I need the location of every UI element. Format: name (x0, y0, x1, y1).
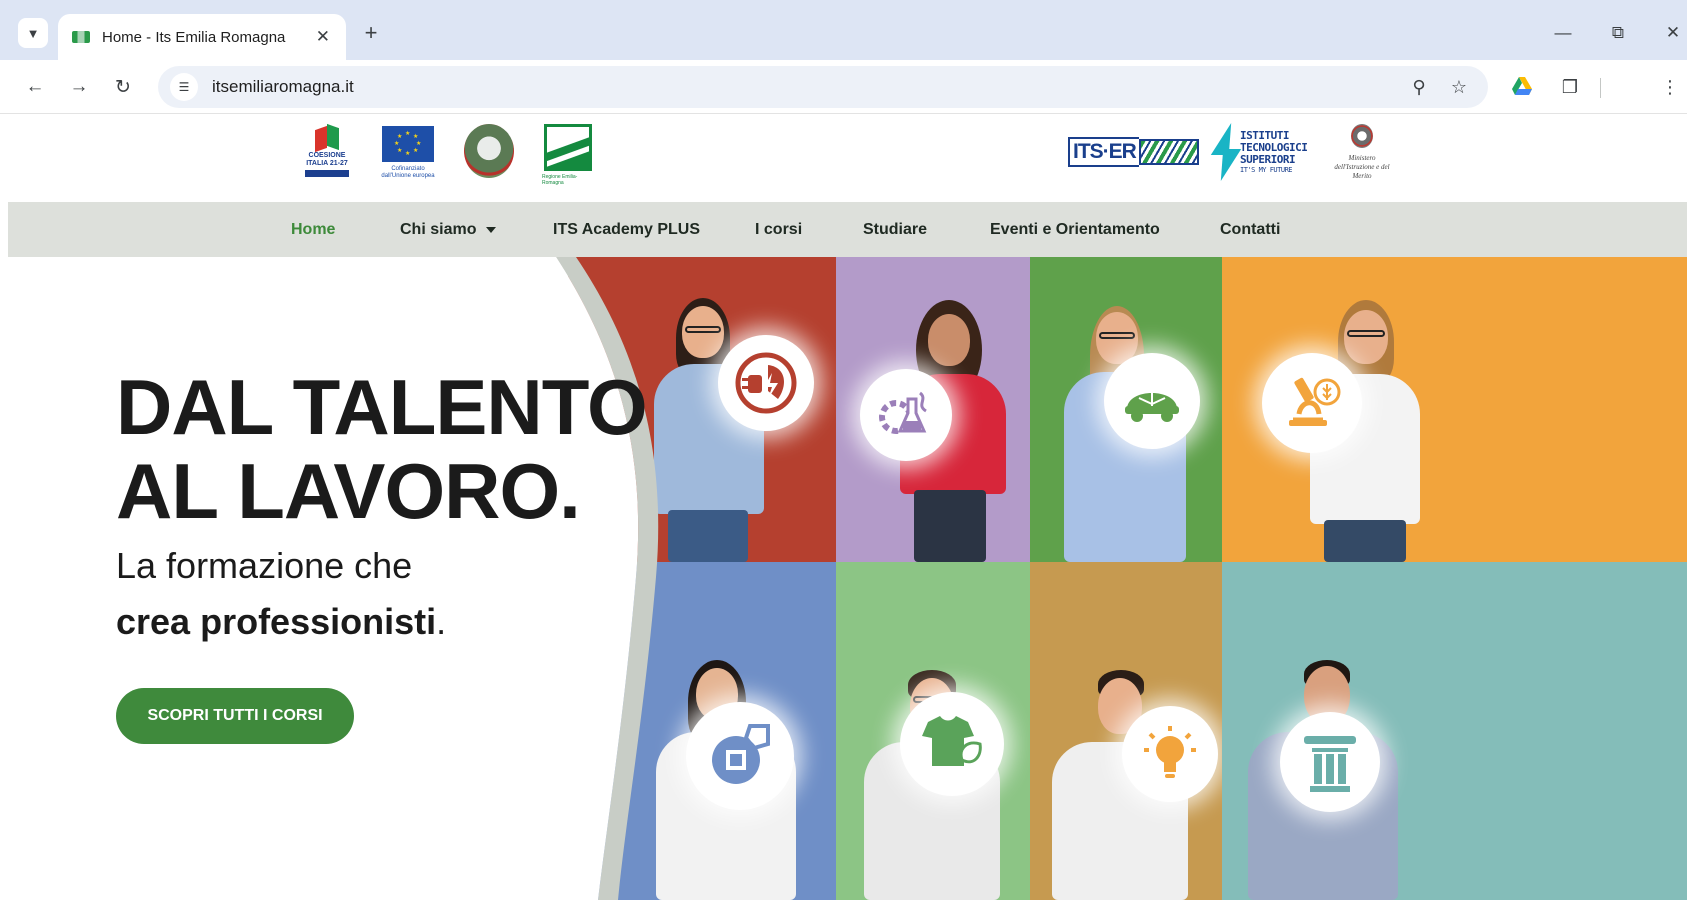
back-icon[interactable]: ← (20, 72, 50, 102)
nav-eventi-orientamento[interactable]: Eventi e Orientamento (990, 202, 1160, 257)
bookmark-star-icon[interactable]: ☆ (1444, 72, 1474, 102)
its-line-2: TECNOLOGICI (1240, 140, 1308, 154)
ministero-text: Ministero dell'Istruzione e del Merito (1334, 154, 1390, 180)
regione-emilia-romagna-logo[interactable]: Regione Emilia-Romagna (542, 124, 594, 186)
nav-its-academy-plus[interactable]: ITS Academy PLUS (553, 202, 700, 257)
reload-icon[interactable]: ↻ (108, 72, 138, 102)
close-window-icon[interactable]: ✕ (1658, 18, 1687, 48)
istituti-tecnologici-superiori-logo[interactable]: ISTITUTI TECNOLOGICI SUPERIORI IT'S MY F… (1214, 120, 1314, 184)
tile-culture[interactable] (1222, 562, 1687, 900)
hero-section: DAL TALENTO AL LAVORO. La formazione che… (8, 257, 1687, 900)
course-area-grid (568, 257, 1687, 900)
site-favicon-icon (72, 31, 90, 43)
subtitle-bold: crea professionisti (116, 601, 437, 642)
nav-chi-siamo-label: Chi siamo (400, 220, 477, 238)
its-er-logo[interactable]: ITS·ER (1068, 132, 1208, 172)
nav-chi-siamo[interactable]: Chi siamo (400, 202, 497, 257)
column-icon (1280, 712, 1380, 812)
hero-subtitle-line-2: crea professionisti. (116, 601, 446, 643)
tab-title: Home - Its Emilia Romagna (102, 28, 286, 46)
browser-toolbar: ← → ↻ ☰ itsemiliaromagna.it ⚲ ☆ ❐ ⋮ (0, 60, 1687, 114)
website: COESIONE ITALIA 21-27 ★ ★ ★ ★ ★ ★ ★ ★ Cofina… (8, 114, 1687, 900)
lightning-bolt-icon (1214, 123, 1236, 181)
ministero-emblem-icon (1351, 124, 1373, 148)
caret-down-icon (486, 226, 497, 233)
its-words: ISTITUTI TECNOLOGICI SUPERIORI IT'S MY F… (1240, 128, 1308, 175)
restore-icon[interactable]: ⧉ (1603, 18, 1633, 48)
nav-home[interactable]: Home (291, 202, 335, 257)
glasses (685, 326, 721, 333)
zoom-icon[interactable]: ⚲ (1404, 72, 1434, 102)
site-info-icon[interactable]: ☰ (170, 73, 198, 101)
ministero-logo[interactable]: Ministero dell'Istruzione e del Merito (1328, 124, 1396, 184)
microscope-wheat-icon (1262, 353, 1362, 453)
coesione-text: COESIONE ITALIA 21-27 (306, 152, 348, 167)
tile-energy-efficiency[interactable] (1030, 562, 1222, 900)
itser-text: ITS·ER (1068, 137, 1139, 167)
headline-line-1: DAL TALENTO (116, 363, 648, 451)
coesione-bar (305, 170, 349, 177)
jeans (668, 510, 748, 562)
tab-search-icon[interactable]: ▼ (18, 18, 48, 48)
eu-logo[interactable]: ★ ★ ★ ★ ★ ★ ★ ★ Cofinanziato dall'Unione eur… (380, 126, 436, 190)
coesione-mark-icon (313, 124, 341, 150)
nav-i-corsi[interactable]: I corsi (755, 202, 802, 257)
head (928, 314, 970, 366)
headline-line-2: AL LAVORO. (116, 447, 581, 535)
its-line-4: IT'S MY FUTURE (1240, 165, 1293, 174)
energy-plug-leaf-icon (718, 335, 814, 431)
nav-contatti[interactable]: Contatti (1220, 202, 1280, 257)
chip-gear-tag-icon (686, 702, 794, 810)
hero-headline: DAL TALENTO AL LAVORO. (116, 363, 648, 535)
tile-biotech[interactable] (836, 257, 1030, 562)
eu-text: Cofinanziato dall'Unione europea (381, 166, 435, 179)
close-tab-icon[interactable]: ✕ (316, 27, 330, 47)
browser-tab[interactable]: Home - Its Emilia Romagna ✕ (58, 14, 346, 60)
extensions-puzzle-icon[interactable]: ❐ (1555, 72, 1585, 102)
subtitle-end: . (436, 601, 447, 642)
forward-icon[interactable]: → (64, 72, 94, 102)
address-bar[interactable]: ☰ itsemiliaromagna.it ⚲ ☆ (158, 66, 1488, 108)
coesione-italia-logo[interactable]: COESIONE ITALIA 21-27 (304, 124, 350, 188)
jeans (1324, 520, 1406, 562)
glasses (1099, 332, 1135, 339)
jeans (914, 490, 986, 562)
new-tab-icon[interactable]: + (356, 18, 386, 48)
lightbulb-icon (1122, 706, 1218, 802)
main-navigation: Home Chi siamo ITS Academy PLUS I corsi … (8, 202, 1687, 257)
toolbar-divider (1600, 78, 1601, 98)
logos-bar: COESIONE ITALIA 21-27 ★ ★ ★ ★ ★ ★ ★ ★ Cofina… (8, 114, 1687, 202)
regione-mark-icon (544, 124, 592, 171)
minimize-icon[interactable]: — (1548, 18, 1578, 48)
discover-courses-button[interactable]: SCOPRI TUTTI I CORSI (116, 688, 354, 744)
google-drive-icon[interactable] (1512, 77, 1532, 95)
electric-car-leaf-icon (1104, 353, 1200, 449)
tile-fashion[interactable] (836, 562, 1030, 900)
gear-flask-dna-icon (860, 369, 952, 461)
head (1344, 310, 1388, 364)
url-text[interactable]: itsemiliaromagna.it (212, 77, 354, 97)
glasses (1347, 330, 1385, 337)
italian-republic-emblem-logo[interactable] (462, 124, 516, 184)
its-line-3: SUPERIORI (1240, 152, 1296, 166)
hero-subtitle-line-1: La formazione che (116, 545, 413, 586)
regione-text: Regione Emilia-Romagna (542, 174, 578, 186)
nav-studiare[interactable]: Studiare (863, 202, 927, 257)
itser-stripes-icon (1138, 139, 1199, 165)
menu-kebab-icon[interactable]: ⋮ (1655, 72, 1685, 102)
tshirt-leaf-icon (900, 692, 1004, 796)
browser-tab-bar: ▼ Home - Its Emilia Romagna ✕ + — ⧉ ✕ (0, 0, 1687, 60)
emblem-icon (464, 124, 514, 178)
tile-agrifood[interactable] (1222, 257, 1687, 562)
eu-flag-icon: ★ ★ ★ ★ ★ ★ ★ ★ (382, 126, 434, 162)
tile-mobility[interactable] (1030, 257, 1222, 562)
its-line-1: ISTITUTI (1240, 128, 1289, 142)
